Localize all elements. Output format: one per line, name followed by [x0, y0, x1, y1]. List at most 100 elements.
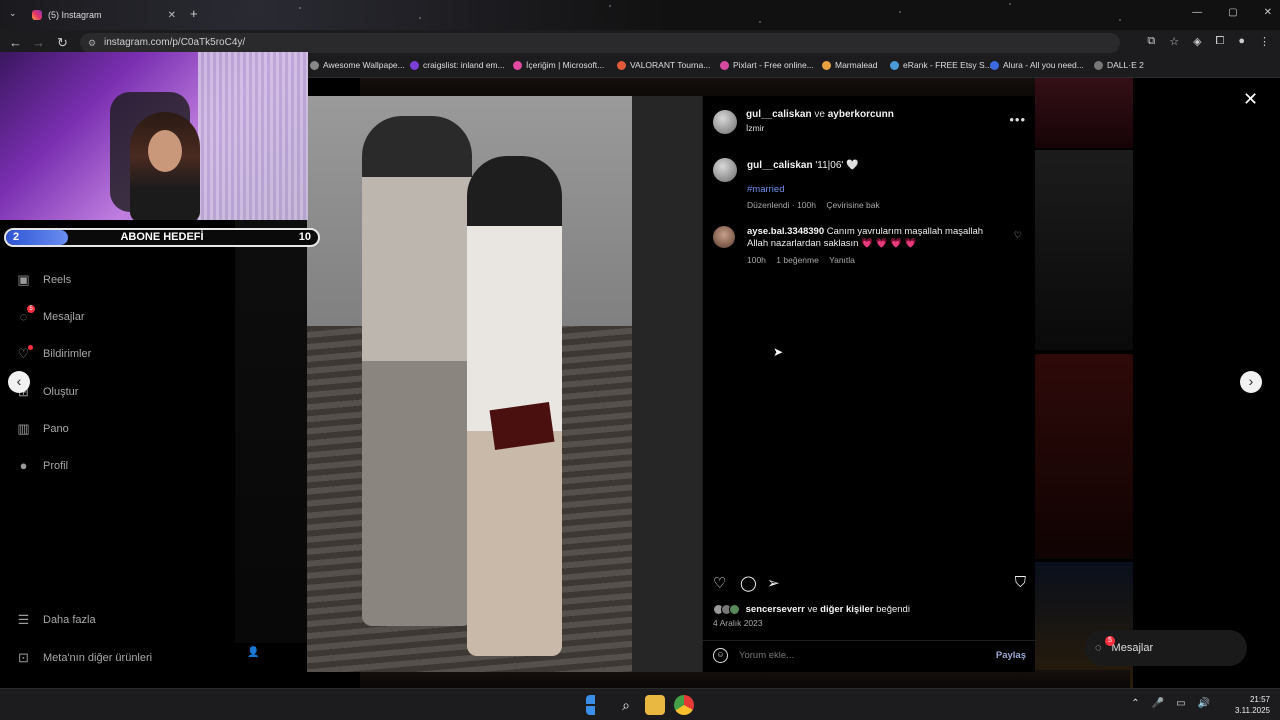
- liked-by-others-link[interactable]: diğer kişiler: [820, 604, 873, 615]
- install-icon[interactable]: ⧉: [1147, 35, 1155, 48]
- previous-post-arrow-icon[interactable]: ‹: [8, 371, 30, 393]
- bookmark-item[interactable]: VALORANT Tourna...: [617, 60, 710, 70]
- comment-bubble-icon[interactable]: ◯: [740, 574, 757, 592]
- sidebar-item-label: Mesajlar: [43, 310, 85, 323]
- maximize-icon[interactable]: ▢: [1228, 7, 1237, 18]
- close-window-icon[interactable]: ✕: [1264, 7, 1272, 18]
- forward-icon[interactable]: →: [32, 35, 45, 50]
- messenger-icon: ◌: [1095, 642, 1102, 654]
- profile-avatar-icon[interactable]: ●: [1238, 35, 1245, 48]
- hashtag-link[interactable]: #married: [747, 184, 785, 195]
- sidebar-more[interactable]: ☰ Daha fazla: [16, 612, 96, 627]
- bookmark-label: Marmalead: [835, 60, 878, 70]
- file-explorer-icon[interactable]: [645, 695, 665, 715]
- like-heart-icon[interactable]: ♡: [713, 574, 726, 592]
- messages-floating-bar[interactable]: ◌ 5 Mesajlar: [1085, 630, 1247, 666]
- bookmark-label: eRank - FREE Etsy S...: [903, 60, 992, 70]
- goal-label: ABONE HEDEFİ: [120, 231, 204, 243]
- tab-title: (5) Instagram: [48, 10, 102, 20]
- minimize-icon[interactable]: —: [1192, 7, 1202, 18]
- back-icon[interactable]: ←: [9, 35, 22, 50]
- start-menu-icon[interactable]: [586, 695, 595, 715]
- post-photo[interactable]: [307, 96, 702, 672]
- liked-by-username[interactable]: sencerseverr: [746, 604, 805, 615]
- url-text: instagram.com/p/C0aTk5roC4y/: [104, 37, 246, 48]
- post-modal: 👤 gul__caliskan ve ayberkorcunn İzmir ••…: [247, 96, 1036, 672]
- sidebar-more-label: Daha fazla: [43, 613, 96, 626]
- sidebar-item-profile[interactable]: ● Profil: [16, 458, 69, 473]
- comment-input[interactable]: [739, 650, 959, 661]
- messages-bar-label: Mesajlar: [1111, 642, 1154, 654]
- bookmark-item[interactable]: Alura - All you need...: [990, 60, 1084, 70]
- post-details-panel: gul__caliskan ve ayberkorcunn İzmir ••• …: [702, 96, 1036, 672]
- photo-book: [489, 402, 555, 450]
- mouse-cursor-icon: ➤: [773, 345, 784, 359]
- volume-icon[interactable]: 🔊: [1198, 698, 1210, 709]
- see-translation-button[interactable]: Çevirisine bak: [826, 200, 879, 210]
- sidebar-meta-label: Meta'nın diğer ürünleri: [43, 651, 153, 664]
- comment-like-heart-icon[interactable]: ♡: [1014, 230, 1022, 241]
- site-info-icon[interactable]: ⚙: [88, 33, 96, 53]
- sidebar-meta-products[interactable]: ⊡ Meta'nın diğer ürünleri: [16, 650, 152, 665]
- tray-chevron-icon[interactable]: ⌃: [1131, 698, 1139, 709]
- clock-time: 21:57: [1249, 695, 1270, 704]
- bookmark-item[interactable]: eRank - FREE Etsy S...: [890, 60, 992, 70]
- bookmark-label: craigslist: inland em...: [423, 60, 505, 70]
- bookmark-label: DALL·E 2: [1107, 60, 1144, 70]
- comment-likes-button[interactable]: 1 beğenme: [776, 255, 819, 265]
- avatar[interactable]: [713, 226, 735, 248]
- save-bookmark-icon[interactable]: ⛉: [1015, 574, 1026, 591]
- reels-icon: ▣: [17, 272, 30, 287]
- search-icon[interactable]: ⌕: [616, 695, 636, 715]
- close-tab-icon[interactable]: ✕: [168, 10, 176, 21]
- caption-username[interactable]: gul__caliskan: [747, 160, 813, 171]
- bookmark-star-icon[interactable]: ☆: [1169, 35, 1179, 48]
- chrome-icon[interactable]: [674, 695, 694, 715]
- sidebar-item-notifications[interactable]: ♡ Bildirimler: [16, 345, 91, 361]
- bookmark-item[interactable]: İçeriğim | Microsoft...: [513, 60, 604, 70]
- emoji-icon[interactable]: ☺: [713, 648, 728, 663]
- author-username[interactable]: gul__caliskan: [746, 109, 812, 120]
- collab-username[interactable]: ayberkorcunn: [828, 109, 894, 120]
- network-icon[interactable]: ▭: [1176, 698, 1185, 709]
- bookmark-favicon-icon: [990, 60, 999, 70]
- avatar[interactable]: [713, 110, 737, 134]
- post-comment-button[interactable]: Paylaş: [996, 650, 1026, 661]
- comment-username[interactable]: ayse.bal.3348390: [747, 226, 824, 237]
- meta-grid-icon: ⊡: [18, 650, 29, 665]
- extension-shield-icon[interactable]: ◈: [1193, 35, 1201, 48]
- bookmark-item[interactable]: craigslist: inland em...: [410, 60, 505, 70]
- sidebar-item-reels[interactable]: ▣ Reels: [16, 272, 71, 287]
- edited-label: Düzenlendi · 100h: [747, 200, 816, 210]
- bookmark-item[interactable]: Pixlart - Free online...: [720, 60, 814, 70]
- bookmark-favicon-icon: [410, 60, 419, 70]
- bookmark-item[interactable]: Awesome Wallpape...: [310, 60, 405, 70]
- sidebar-item-messages[interactable]: ◌ 5 Mesajlar: [16, 305, 85, 324]
- avatar[interactable]: [713, 158, 737, 182]
- url-input[interactable]: ⚙ instagram.com/p/C0aTk5roC4y/: [80, 33, 1120, 53]
- bookmark-label: Alura - All you need...: [1003, 60, 1084, 70]
- tab-search-icon[interactable]: ⌄: [9, 8, 17, 19]
- browser-menu-icon[interactable]: ⋮: [1259, 35, 1270, 48]
- new-tab-icon[interactable]: +: [190, 6, 198, 21]
- sidebar-item-label: Oluştur: [43, 385, 79, 398]
- bookmark-item[interactable]: Marmalead: [822, 60, 878, 70]
- reload-icon[interactable]: ↻: [57, 35, 68, 51]
- tagged-users-icon[interactable]: 👤: [247, 647, 259, 658]
- bookmark-label: Pixlart - Free online...: [733, 60, 814, 70]
- browser-tab[interactable]: (5) Instagram ✕: [24, 4, 184, 26]
- comment-time: 100h: [747, 255, 766, 265]
- taskbar-clock[interactable]: 21:57 3.11.2025: [1235, 694, 1270, 716]
- liked-by: sencerseverr ve diğer kişiler beğendi: [713, 604, 910, 615]
- next-post-arrow-icon[interactable]: ›: [1240, 371, 1262, 393]
- close-modal-icon[interactable]: ✕: [1243, 89, 1258, 110]
- more-options-icon[interactable]: •••: [1009, 112, 1026, 127]
- sidebar-item-dashboard[interactable]: ▥ Pano: [16, 421, 68, 436]
- share-paper-plane-icon[interactable]: ➢: [767, 574, 780, 592]
- microphone-icon[interactable]: 🎤: [1152, 698, 1164, 709]
- bookmark-item[interactable]: DALL·E 2: [1094, 60, 1144, 70]
- sidebar-item-label: Reels: [43, 273, 72, 286]
- reply-button[interactable]: Yanıtla: [829, 255, 855, 265]
- extensions-icon[interactable]: ⧠: [1216, 35, 1225, 48]
- location-link[interactable]: İzmir: [746, 123, 764, 133]
